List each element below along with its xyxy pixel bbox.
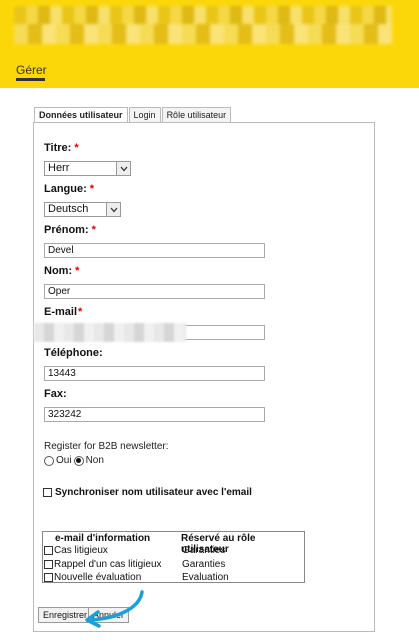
tab-bar: Données utilisateur Login Rôle utilisate… <box>34 107 232 123</box>
language-select-value: Deutsch <box>48 203 89 215</box>
language-label: Langue: * <box>44 183 95 195</box>
redacted-email-value <box>34 323 186 342</box>
info-email-table: e-mail d'information Réservé au rôle uti… <box>42 531 305 583</box>
tab-user-data[interactable]: Données utilisateur <box>34 107 128 123</box>
info-row-role: Garanties <box>182 545 226 556</box>
email-label: E-mail* <box>44 306 83 318</box>
tab-login[interactable]: Login <box>128 107 161 123</box>
fax-label: Fax: <box>44 388 67 400</box>
nav-active-underline <box>16 78 45 81</box>
newsletter-no-label: Non <box>85 455 104 466</box>
info-row-role: Evaluation <box>182 572 229 583</box>
newsletter-yes-label: Oui <box>56 455 72 466</box>
sync-username-label: Synchroniser nom utilisateur avec l'emai… <box>55 487 252 498</box>
language-select[interactable]: Deutsch <box>44 202 121 217</box>
table-row: Cas litigieux Garanties <box>44 545 225 556</box>
info-row-name: Cas litigieux <box>54 545 108 556</box>
newsletter-yes-radio[interactable] <box>44 455 54 466</box>
table-row: Nouvelle évaluation Evaluation <box>44 572 229 583</box>
sync-username-checkbox[interactable] <box>43 488 52 497</box>
tab-user-role[interactable]: Rôle utilisateur <box>161 107 232 123</box>
info-row-checkbox[interactable] <box>44 560 53 569</box>
info-row-checkbox[interactable] <box>44 573 53 582</box>
nav-gerer-link[interactable]: Gérer <box>16 63 47 77</box>
chevron-down-icon <box>106 203 120 216</box>
info-row-role: Garanties <box>182 559 226 570</box>
annotation-arrow-icon <box>85 590 144 628</box>
table-row: Rappel d'un cas litigieux Garanties <box>44 559 225 570</box>
lastname-label: Nom: * <box>44 265 80 277</box>
firstname-input[interactable]: Devel <box>44 243 265 258</box>
title-label: Titre: * <box>44 142 79 154</box>
lastname-input[interactable]: Oper <box>44 284 265 299</box>
newsletter-radio-group: Oui Non <box>44 455 104 466</box>
title-select-value: Herr <box>48 162 70 174</box>
top-banner: Gérer <box>0 0 419 88</box>
title-select[interactable]: Herr <box>44 161 131 176</box>
chevron-down-icon <box>116 162 130 175</box>
info-row-name: Rappel d'un cas litigieux <box>54 559 162 570</box>
fax-input[interactable]: 323242 <box>44 407 265 422</box>
sync-username-row: Synchroniser nom utilisateur avec l'emai… <box>43 487 252 498</box>
newsletter-no-radio[interactable] <box>73 455 84 466</box>
info-row-checkbox[interactable] <box>44 546 53 555</box>
table-header-email: e-mail d'information <box>55 533 151 544</box>
phone-label: Téléphone: <box>44 347 103 359</box>
info-row-name: Nouvelle évaluation <box>54 572 142 583</box>
newsletter-label: Register for B2B newsletter: <box>44 441 169 452</box>
redacted-logo-area <box>14 6 392 44</box>
firstname-label: Prénom: * <box>44 224 96 236</box>
phone-input[interactable]: 13443 <box>44 366 265 381</box>
